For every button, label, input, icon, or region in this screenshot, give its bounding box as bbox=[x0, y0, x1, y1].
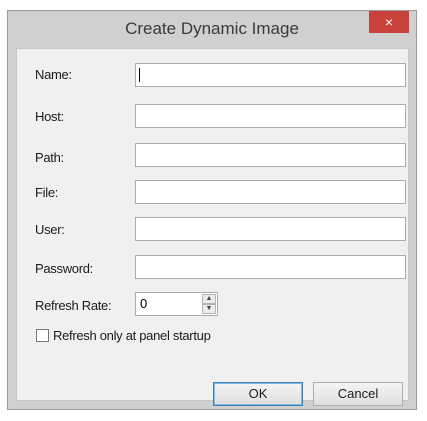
refresh-startup-label[interactable]: Refresh only at panel startup bbox=[53, 328, 211, 343]
path-label: Path: bbox=[35, 150, 64, 165]
host-label: Host: bbox=[35, 109, 64, 124]
spin-buttons: ▲ ▼ bbox=[202, 294, 216, 314]
file-input[interactable] bbox=[135, 180, 406, 204]
refresh-rate-value[interactable]: 0 bbox=[140, 296, 147, 311]
path-input[interactable] bbox=[135, 143, 406, 167]
spin-down-icon[interactable]: ▼ bbox=[202, 304, 216, 314]
host-input[interactable] bbox=[135, 104, 406, 128]
spin-up-icon[interactable]: ▲ bbox=[202, 294, 216, 304]
user-label: User: bbox=[35, 222, 65, 237]
refresh-rate-label: Refresh Rate: bbox=[35, 298, 112, 313]
name-label: Name: bbox=[35, 67, 72, 82]
password-label: Password: bbox=[35, 261, 93, 276]
user-input[interactable] bbox=[135, 217, 406, 241]
password-input[interactable] bbox=[135, 255, 406, 279]
ok-button[interactable]: OK bbox=[213, 382, 303, 406]
name-input[interactable] bbox=[135, 63, 406, 87]
refresh-startup-checkbox[interactable] bbox=[36, 329, 49, 342]
refresh-rate-stepper[interactable]: 0 ▲ ▼ bbox=[135, 292, 218, 316]
text-caret bbox=[139, 68, 140, 82]
cancel-button[interactable]: Cancel bbox=[313, 382, 403, 406]
file-label: File: bbox=[35, 185, 59, 200]
